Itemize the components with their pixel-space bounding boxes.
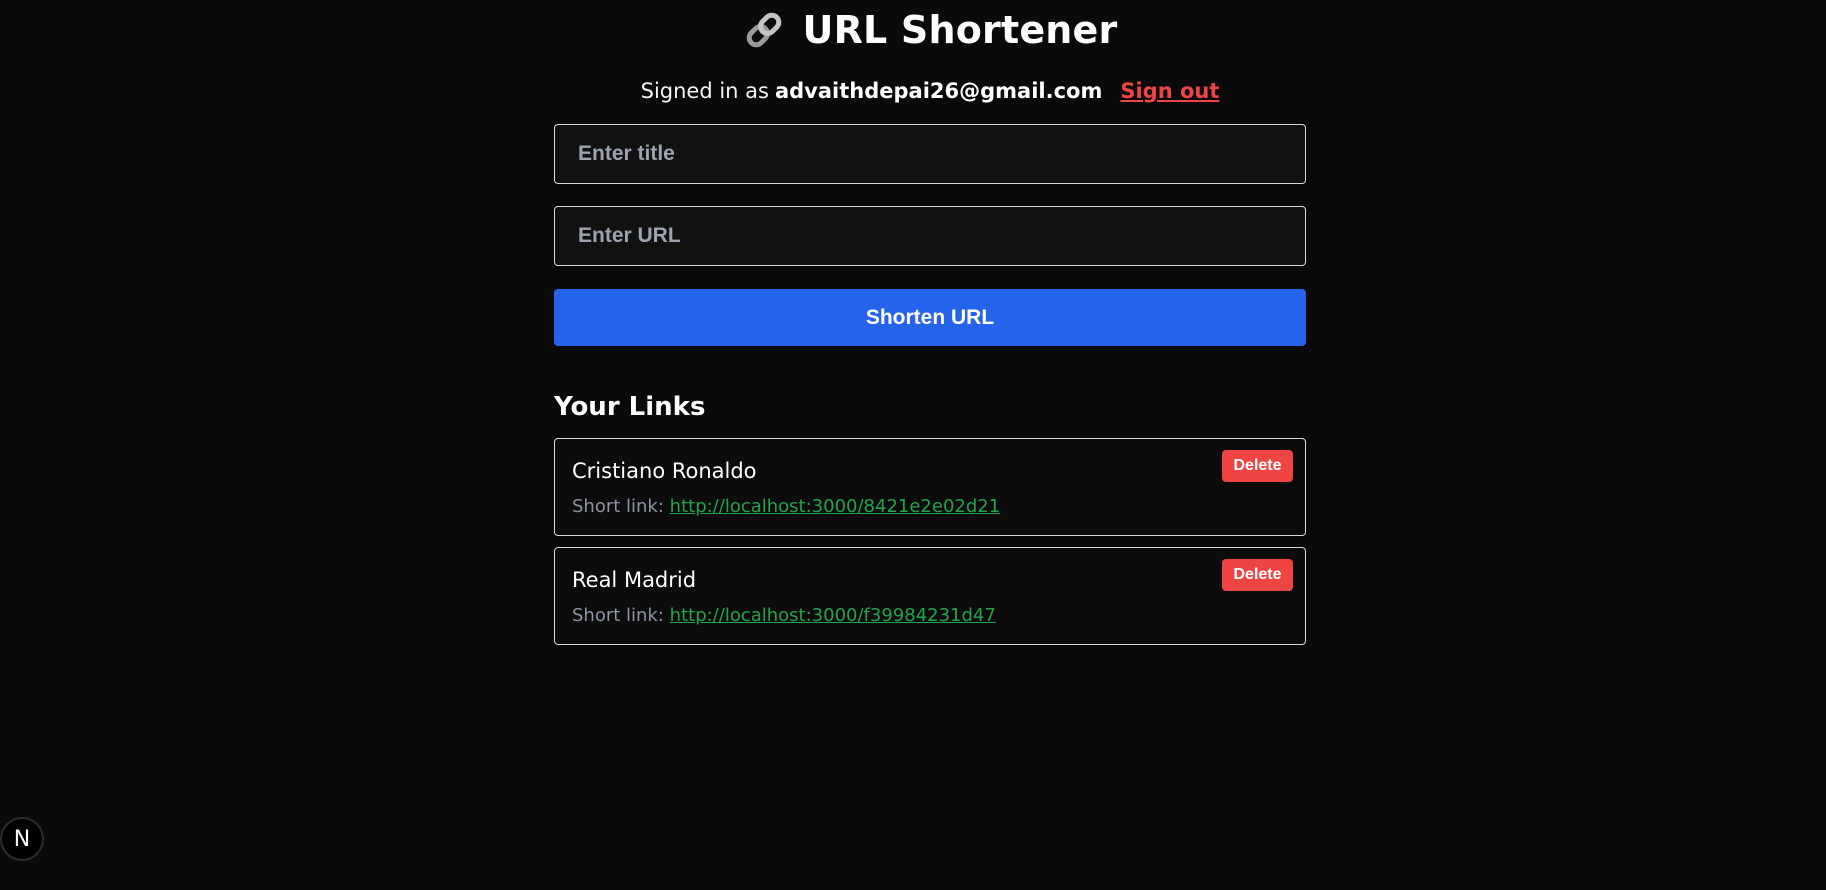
links-list: Cristiano Ronaldo Short link: http://loc…: [554, 438, 1306, 645]
short-link-url[interactable]: http://localhost:3000/f39984231d47: [670, 605, 996, 626]
short-link-row: Short link: http://localhost:3000/8421e2…: [572, 496, 1000, 517]
header: URL Shortener: [554, 0, 1306, 62]
signed-in-prefix: Signed in as: [640, 79, 769, 103]
link-icon: [746, 12, 781, 48]
url-input[interactable]: [554, 206, 1306, 266]
page-title: URL Shortener: [802, 8, 1118, 52]
short-link-label: Short link:: [572, 496, 664, 517]
short-link-url[interactable]: http://localhost:3000/8421e2e02d21: [670, 496, 1001, 517]
delete-button[interactable]: Delete: [1222, 450, 1293, 482]
shorten-url-button[interactable]: Shorten URL: [554, 289, 1306, 346]
page: URL Shortener Signed in as advaithdepai2…: [0, 0, 1826, 890]
short-link-label: Short link:: [572, 605, 664, 626]
nextjs-badge-letter: N: [13, 826, 31, 852]
link-card: Real Madrid Short link: http://localhost…: [554, 547, 1306, 645]
user-email: advaithdepai26@gmail.com: [774, 79, 1103, 103]
delete-button[interactable]: Delete: [1222, 559, 1293, 591]
nextjs-icon[interactable]: N: [0, 817, 44, 861]
signed-in-status: Signed in as advaithdepai26@gmail.com Si…: [554, 76, 1306, 106]
sign-out-link[interactable]: Sign out: [1120, 79, 1219, 103]
link-title: Real Madrid: [572, 568, 697, 592]
main-container: URL Shortener Signed in as advaithdepai2…: [554, 0, 1306, 656]
link-card: Cristiano Ronaldo Short link: http://loc…: [554, 438, 1306, 536]
short-link-row: Short link: http://localhost:3000/f39984…: [572, 605, 996, 626]
title-input[interactable]: [554, 124, 1306, 184]
link-title: Cristiano Ronaldo: [572, 459, 757, 483]
your-links-heading: Your Links: [554, 392, 706, 422]
